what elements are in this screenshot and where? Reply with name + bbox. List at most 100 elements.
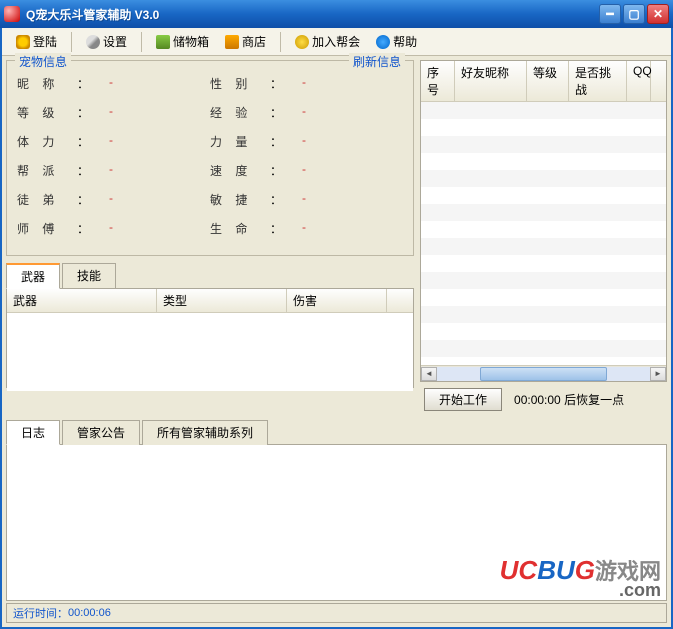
pet-value: - xyxy=(109,75,149,92)
table-row xyxy=(421,323,666,340)
pet-label: 昵 称 xyxy=(17,75,77,92)
login-icon xyxy=(16,35,30,49)
col-level[interactable]: 等级 xyxy=(527,61,569,101)
help-button[interactable]: 帮助 xyxy=(368,30,425,53)
weapon-tabs: 武器 技能 xyxy=(6,262,414,288)
app-icon xyxy=(4,6,20,22)
pet-label: 体 力 xyxy=(17,133,77,150)
table-row xyxy=(421,357,666,365)
main-area: 宠物信息 刷新信息 昵 称：-性 别：-等 级：-经 验：-体 力：-力 量：-… xyxy=(2,56,671,417)
pet-label: 力 量 xyxy=(210,133,270,150)
window-controls: ━ ▢ ✕ xyxy=(599,4,669,24)
scroll-track[interactable] xyxy=(437,367,650,381)
table-row xyxy=(421,289,666,306)
tab-log[interactable]: 日志 xyxy=(6,420,60,445)
titlebar: Q宠大乐斗管家辅助 V3.0 ━ ▢ ✕ xyxy=(0,0,673,28)
table-row xyxy=(421,119,666,136)
pet-row: 体 力：-力 量：- xyxy=(17,133,403,150)
pet-info-group: 宠物信息 刷新信息 昵 称：-性 别：-等 级：-经 验：-体 力：-力 量：-… xyxy=(6,60,414,256)
gear-icon xyxy=(86,35,100,49)
pet-value: - xyxy=(109,220,149,237)
toolbar-separator xyxy=(71,32,72,52)
help-icon xyxy=(376,35,390,49)
table-row xyxy=(421,136,666,153)
pet-row: 等 级：-经 验：- xyxy=(17,104,403,121)
scroll-right-button[interactable]: ► xyxy=(650,367,666,381)
pet-value: - xyxy=(302,162,342,179)
tab-notice[interactable]: 管家公告 xyxy=(62,420,140,445)
col-type[interactable]: 类型 xyxy=(157,289,287,312)
table-row xyxy=(421,221,666,238)
toolbar-separator xyxy=(141,32,142,52)
col-index[interactable]: 序号 xyxy=(421,61,455,101)
col-challenge[interactable]: 是否挑战 xyxy=(569,61,627,101)
action-row: 开始工作 00:00:00 后恢复一点 xyxy=(418,384,669,415)
toolbar: 登陆 设置 储物箱 商店 加入帮会 帮助 xyxy=(2,28,671,56)
table-row xyxy=(421,255,666,272)
close-button[interactable]: ✕ xyxy=(647,4,669,24)
col-qq[interactable]: QQ xyxy=(627,61,651,101)
status-bar: 运行时间： 00:00:06 xyxy=(6,603,667,623)
login-label: 登陆 xyxy=(33,33,57,50)
tab-weapon[interactable]: 武器 xyxy=(6,263,60,289)
login-button[interactable]: 登陆 xyxy=(8,30,65,53)
table-row xyxy=(421,340,666,357)
runtime-value: 00:00:06 xyxy=(68,607,111,619)
shop-button[interactable]: 商店 xyxy=(217,30,274,53)
log-tabs: 日志 管家公告 所有管家辅助系列 xyxy=(6,419,667,444)
storage-label: 储物箱 xyxy=(173,33,209,50)
maximize-button[interactable]: ▢ xyxy=(623,4,645,24)
friend-table-header: 序号 好友昵称 等级 是否挑战 QQ xyxy=(421,61,666,102)
join-icon xyxy=(295,35,309,49)
table-row xyxy=(421,272,666,289)
col-nickname[interactable]: 好友昵称 xyxy=(455,61,527,101)
shop-icon xyxy=(225,35,239,49)
pet-value: - xyxy=(302,75,342,92)
refresh-info-link[interactable]: 刷新信息 xyxy=(349,53,405,70)
scroll-thumb[interactable] xyxy=(480,367,608,381)
start-work-button[interactable]: 开始工作 xyxy=(424,388,502,411)
weapon-table-header: 武器 类型 伤害 xyxy=(7,289,413,313)
help-label: 帮助 xyxy=(393,33,417,50)
pet-row: 帮 派：-速 度：- xyxy=(17,162,403,179)
pet-value: - xyxy=(302,220,342,237)
pet-value: - xyxy=(109,191,149,208)
right-column: 序号 好友昵称 等级 是否挑战 QQ ◄ ► 开始工作 xyxy=(418,58,669,415)
table-row xyxy=(421,204,666,221)
pet-value: - xyxy=(109,162,149,179)
storage-icon xyxy=(156,35,170,49)
table-row xyxy=(421,170,666,187)
left-column: 宠物信息 刷新信息 昵 称：-性 别：-等 级：-经 验：-体 力：-力 量：-… xyxy=(4,58,416,415)
table-row xyxy=(421,187,666,204)
pet-label: 生 命 xyxy=(210,220,270,237)
pet-value: - xyxy=(302,104,342,121)
tab-skill[interactable]: 技能 xyxy=(62,263,116,289)
pet-label: 敏 捷 xyxy=(210,191,270,208)
storage-button[interactable]: 储物箱 xyxy=(148,30,217,53)
col-damage[interactable]: 伤害 xyxy=(287,289,387,312)
table-row xyxy=(421,102,666,119)
table-row xyxy=(421,153,666,170)
recover-timer: 00:00:00 后恢复一点 xyxy=(514,391,624,408)
pet-row: 徒 弟：-敏 捷：- xyxy=(17,191,403,208)
pet-value: - xyxy=(109,104,149,121)
log-panel xyxy=(6,444,667,601)
pet-label: 经 验 xyxy=(210,104,270,121)
scroll-left-button[interactable]: ◄ xyxy=(421,367,437,381)
setting-button[interactable]: 设置 xyxy=(78,30,135,53)
tab-all-series[interactable]: 所有管家辅助系列 xyxy=(142,420,268,445)
pet-info-legend: 宠物信息 xyxy=(15,53,71,70)
horizontal-scrollbar[interactable]: ◄ ► xyxy=(421,365,666,381)
pet-label: 帮 派 xyxy=(17,162,77,179)
join-label: 加入帮会 xyxy=(312,33,360,50)
col-weapon[interactable]: 武器 xyxy=(7,289,157,312)
toolbar-separator xyxy=(280,32,281,52)
pet-row: 昵 称：-性 别：- xyxy=(17,75,403,92)
pet-label: 师 傅 xyxy=(17,220,77,237)
minimize-button[interactable]: ━ xyxy=(599,4,621,24)
pet-value: - xyxy=(302,133,342,150)
join-button[interactable]: 加入帮会 xyxy=(287,30,368,53)
shop-label: 商店 xyxy=(242,33,266,50)
weapon-table-body xyxy=(7,313,413,391)
pet-info-grid: 昵 称：-性 别：-等 级：-经 验：-体 力：-力 量：-帮 派：-速 度：-… xyxy=(17,75,403,237)
